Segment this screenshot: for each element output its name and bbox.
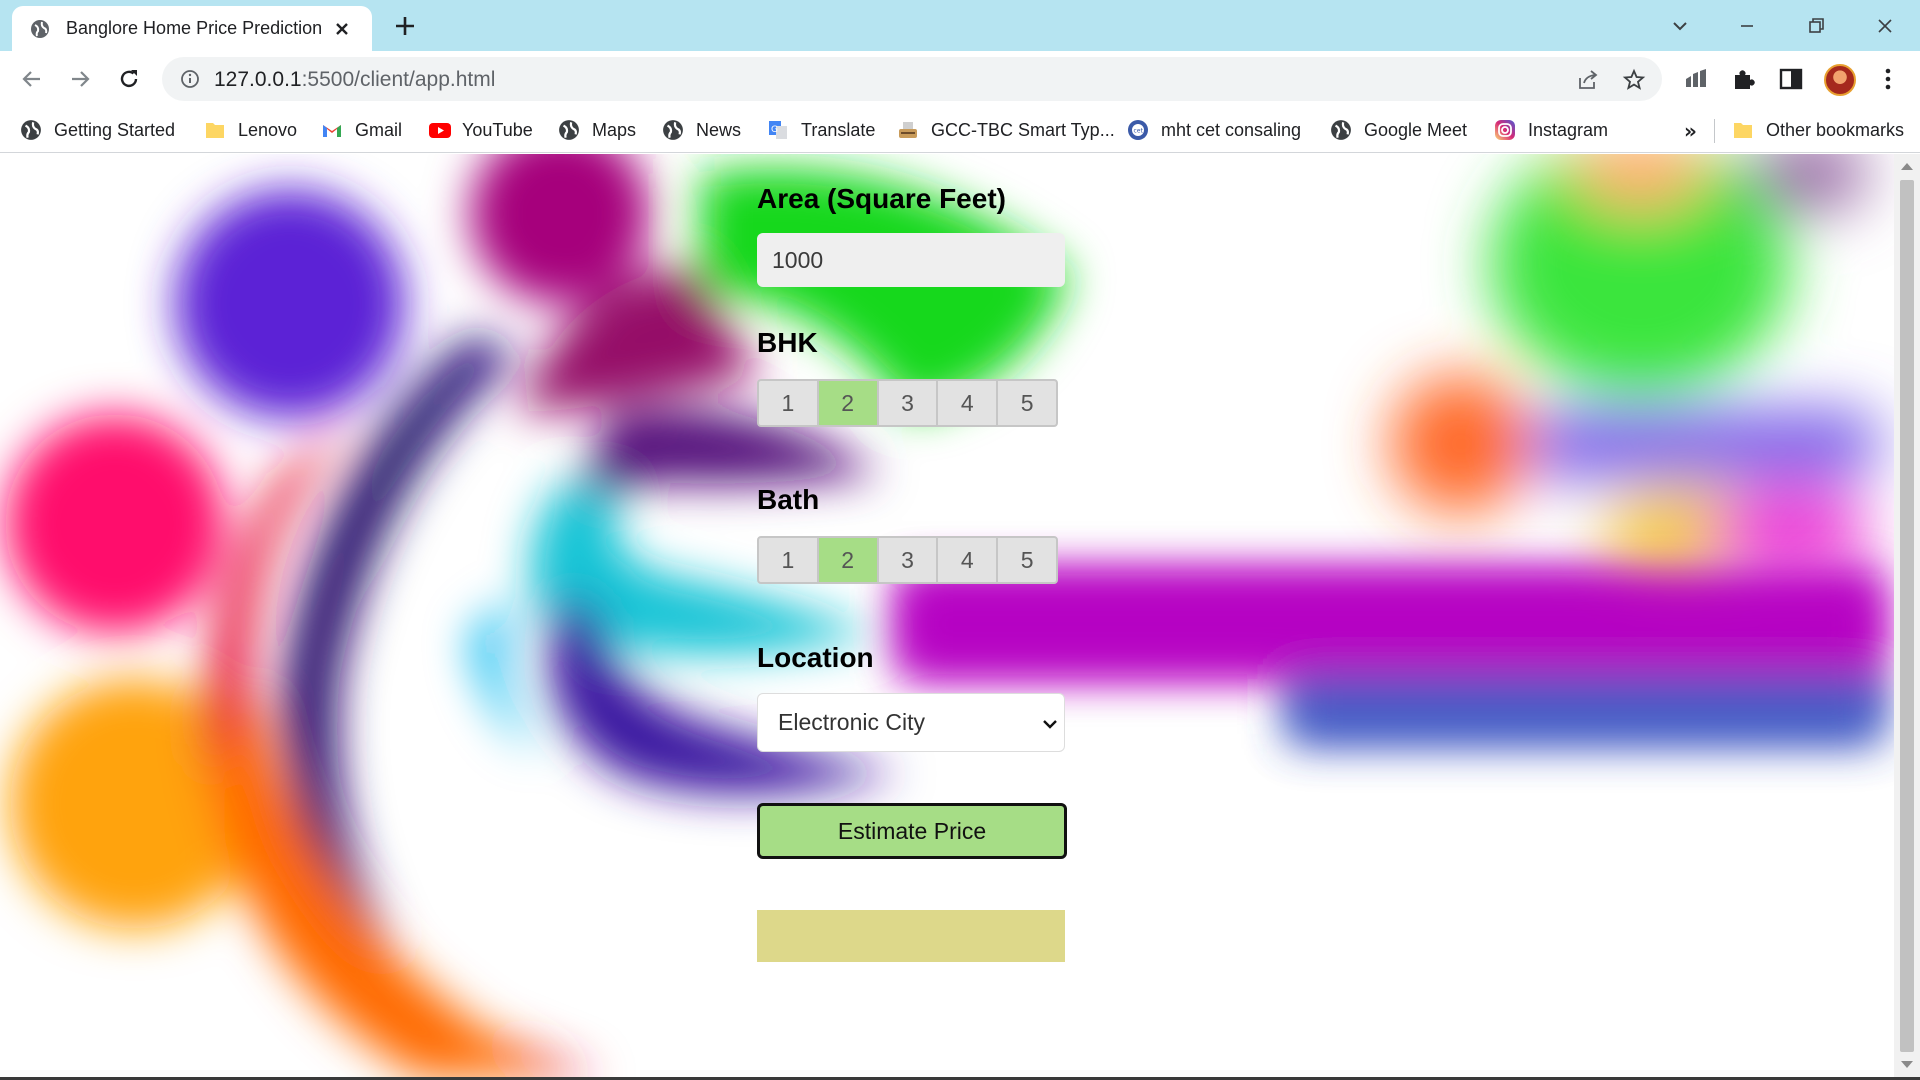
folder-icon (204, 119, 226, 141)
bookmark-label: Google Meet (1364, 119, 1468, 140)
bookmark-youtube[interactable]: YouTube (428, 115, 533, 145)
globe-icon (1330, 119, 1352, 141)
bhk-option[interactable]: 5 (998, 381, 1056, 425)
bookmark-label: mht cet consaling (1161, 119, 1302, 140)
side-panel-icon[interactable] (1777, 65, 1805, 93)
site-info-icon[interactable] (180, 69, 200, 89)
bookmark-other-bookmarks[interactable]: Other bookmarks (1732, 115, 1904, 145)
globe-icon (30, 19, 50, 39)
bookmark-label: Gmail (355, 119, 403, 140)
folder-icon (1732, 119, 1754, 141)
location-select[interactable]: Electronic City (757, 693, 1065, 752)
vertical-scrollbar[interactable] (1894, 154, 1920, 1077)
new-tab-icon[interactable] (392, 13, 418, 39)
close-tab-icon[interactable] (332, 19, 352, 39)
chevron-down-icon (1042, 716, 1058, 732)
bookmark-google-meet[interactable]: Google Meet (1330, 115, 1467, 145)
cet-icon: cet (1127, 119, 1149, 141)
bookmark-label: Instagram (1528, 119, 1609, 140)
page-viewport: Area (Square Feet) BHK 12345 Bath 12345 … (0, 154, 1920, 1077)
minimize-icon[interactable] (1733, 12, 1761, 40)
bhk-option[interactable]: 4 (938, 381, 997, 425)
location-selected-value: Electronic City (778, 709, 925, 735)
bookmark-label: YouTube (462, 119, 533, 140)
bhk-option[interactable]: 1 (759, 381, 817, 425)
bookmark-getting-started[interactable]: Getting Started (20, 115, 175, 145)
bookmark-label: Maps (592, 119, 637, 140)
location-label: Location (757, 642, 874, 673)
bookmark-star-icon[interactable] (1622, 68, 1646, 92)
bookmark-label: Other bookmarks (1766, 119, 1905, 140)
back-arrow-icon[interactable] (18, 65, 46, 93)
bath-label: Bath (757, 484, 820, 515)
tab-title: Banglore Home Price Prediction (66, 18, 323, 38)
share-icon[interactable] (1576, 68, 1600, 92)
bhk-option[interactable]: 3 (878, 381, 937, 425)
address-bar[interactable]: 127.0.0.1:5500/client/app.html (162, 57, 1662, 101)
browser-tab[interactable]: Banglore Home Price Prediction (12, 6, 372, 51)
scrollbar-thumb[interactable] (1900, 180, 1914, 1052)
bookmark-label: Translate (801, 119, 876, 140)
bath-option[interactable]: 2 (818, 538, 877, 582)
bookmark-gcc-tbc[interactable]: GCC-TBC Smart Typ... (897, 115, 1115, 145)
bath-option[interactable]: 1 (759, 538, 817, 582)
url-text[interactable]: 127.0.0.1:5500/client/app.html (214, 68, 495, 92)
bookmark-news[interactable]: News (662, 115, 741, 145)
bhk-options: 12345 (757, 379, 1058, 427)
menu-kebab-icon[interactable] (1874, 65, 1902, 93)
url-path: :5500/client/app.html (301, 68, 496, 91)
youtube-icon (428, 119, 451, 141)
bookmarks-divider (1714, 119, 1715, 143)
bookmark-label: GCC-TBC Smart Typ... (931, 119, 1115, 140)
bath-option[interactable]: 5 (998, 538, 1056, 582)
browser-toolbar: 127.0.0.1:5500/client/app.html (0, 51, 1920, 107)
globe-icon (558, 119, 580, 141)
estimate-price-button[interactable]: Estimate Price (757, 803, 1067, 859)
bookmark-label: Getting Started (54, 119, 176, 140)
bookmarks-bar: Getting Started Lenovo Gmail YouTube Map… (0, 107, 1920, 153)
bookmark-mht-cet[interactable]: cet mht cet consaling (1127, 115, 1301, 145)
close-window-icon[interactable] (1871, 12, 1899, 40)
bath-option[interactable]: 4 (938, 538, 997, 582)
more-bookmarks-chevron[interactable]: » (1684, 119, 1697, 143)
estimated-price-result (757, 910, 1065, 962)
gmail-icon (321, 119, 343, 141)
area-label: Area (Square Feet) (757, 183, 1006, 214)
bookmark-translate[interactable]: G Translate (767, 115, 875, 145)
bath-options: 12345 (757, 536, 1058, 584)
bookmark-gmail[interactable]: Gmail (321, 115, 402, 145)
url-host: 127.0.0.1 (214, 68, 302, 91)
tab-strip: Banglore Home Price Prediction (0, 0, 1920, 51)
globe-icon (20, 119, 42, 141)
bookmark-instagram[interactable]: Instagram (1494, 115, 1608, 145)
typewriter-icon (897, 119, 919, 141)
extension-stats-icon[interactable] (1682, 65, 1710, 93)
bookmark-label: News (696, 119, 742, 140)
area-input[interactable] (757, 233, 1065, 287)
bookmark-label: Lenovo (238, 119, 298, 140)
restore-icon[interactable] (1802, 12, 1830, 40)
bookmark-maps[interactable]: Maps (558, 115, 636, 145)
svg-text:cet: cet (1134, 128, 1144, 135)
scroll-up-arrow-icon[interactable] (1901, 163, 1913, 170)
extensions-puzzle-icon[interactable] (1730, 65, 1758, 93)
scroll-down-arrow-icon[interactable] (1901, 1061, 1913, 1068)
profile-avatar[interactable] (1824, 64, 1856, 96)
instagram-icon (1494, 119, 1516, 141)
reload-icon[interactable] (115, 65, 143, 93)
forward-arrow-icon[interactable] (66, 65, 94, 93)
svg-text:G: G (771, 125, 778, 135)
bhk-label: BHK (757, 327, 818, 358)
bath-option[interactable]: 3 (878, 538, 937, 582)
bookmark-lenovo[interactable]: Lenovo (204, 115, 297, 145)
tab-search-chevron-icon[interactable] (1666, 12, 1694, 40)
globe-icon (662, 119, 684, 141)
translate-icon: G (767, 119, 789, 141)
bhk-option[interactable]: 2 (818, 381, 877, 425)
